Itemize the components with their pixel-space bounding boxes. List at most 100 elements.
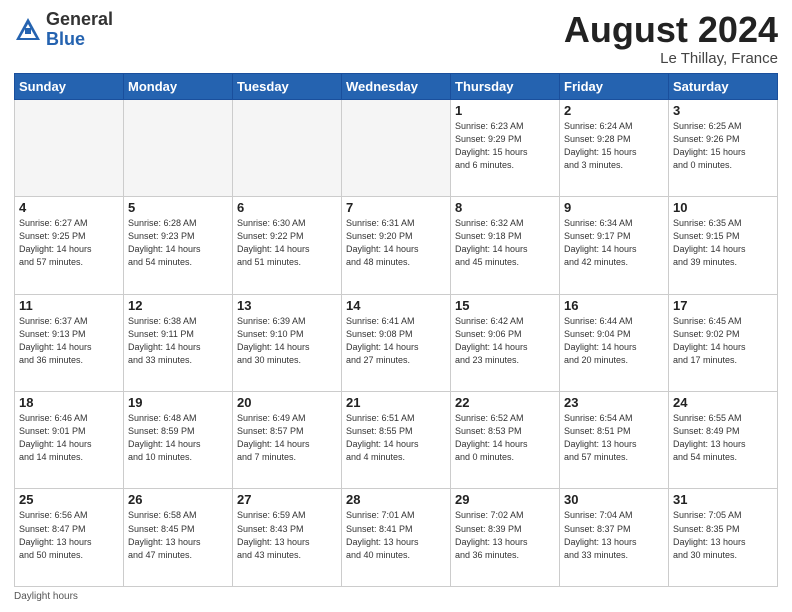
day-info: Sunrise: 6:55 AM Sunset: 8:49 PM Dayligh… <box>673 412 773 464</box>
day-number: 28 <box>346 492 446 507</box>
day-info: Sunrise: 6:42 AM Sunset: 9:06 PM Dayligh… <box>455 315 555 367</box>
calendar-table: Sunday Monday Tuesday Wednesday Thursday… <box>14 73 778 587</box>
day-info: Sunrise: 6:39 AM Sunset: 9:10 PM Dayligh… <box>237 315 337 367</box>
day-number: 1 <box>455 103 555 118</box>
calendar-cell <box>124 99 233 196</box>
day-info: Sunrise: 6:44 AM Sunset: 9:04 PM Dayligh… <box>564 315 664 367</box>
calendar-cell: 5 Sunrise: 6:28 AM Sunset: 9:23 PM Daylig… <box>124 197 233 294</box>
col-thursday: Thursday <box>451 73 560 99</box>
day-info: Sunrise: 6:58 AM Sunset: 8:45 PM Dayligh… <box>128 509 228 561</box>
day-number: 3 <box>673 103 773 118</box>
calendar-cell <box>233 99 342 196</box>
calendar-cell: 13 Sunrise: 6:39 AM Sunset: 9:10 PM Dayli… <box>233 294 342 391</box>
header: General Blue August 2024 Le Thillay, Fra… <box>14 10 778 67</box>
day-info: Sunrise: 6:27 AM Sunset: 9:25 PM Dayligh… <box>19 217 119 269</box>
col-wednesday: Wednesday <box>342 73 451 99</box>
calendar-cell: 3 Sunrise: 6:25 AM Sunset: 9:26 PM Daylig… <box>669 99 778 196</box>
day-number: 15 <box>455 298 555 313</box>
calendar-cell: 31Sunrise: 7:05 AM Sunset: 8:35 PM Dayli… <box>669 489 778 587</box>
day-number: 6 <box>237 200 337 215</box>
calendar-cell: 6 Sunrise: 6:30 AM Sunset: 9:22 PM Daylig… <box>233 197 342 294</box>
day-number: 22 <box>455 395 555 410</box>
day-info: Sunrise: 6:59 AM Sunset: 8:43 PM Dayligh… <box>237 509 337 561</box>
day-number: 13 <box>237 298 337 313</box>
day-info: Sunrise: 7:01 AM Sunset: 8:41 PM Dayligh… <box>346 509 446 561</box>
day-info: Sunrise: 6:24 AM Sunset: 9:28 PM Dayligh… <box>564 120 664 172</box>
calendar-cell: 1 Sunrise: 6:23 AM Sunset: 9:29 PM Daylig… <box>451 99 560 196</box>
day-info: Sunrise: 6:28 AM Sunset: 9:23 PM Dayligh… <box>128 217 228 269</box>
calendar-cell: 24 Sunrise: 6:55 AM Sunset: 8:49 PM Dayli… <box>669 392 778 489</box>
day-info: Sunrise: 6:45 AM Sunset: 9:02 PM Dayligh… <box>673 315 773 367</box>
calendar-cell: 29 Sunrise: 7:02 AM Sunset: 8:39 PM Dayli… <box>451 489 560 587</box>
calendar-cell: 8 Sunrise: 6:32 AM Sunset: 9:18 PM Daylig… <box>451 197 560 294</box>
calendar-header-row: Sunday Monday Tuesday Wednesday Thursday… <box>15 73 778 99</box>
calendar-cell: 14 Sunrise: 6:41 AM Sunset: 9:08 PM Dayli… <box>342 294 451 391</box>
calendar-cell: 25 Sunrise: 6:56 AM Sunset: 8:47 PM Dayli… <box>15 489 124 587</box>
logo-text: General Blue <box>46 10 113 50</box>
calendar-week-5: 25 Sunrise: 6:56 AM Sunset: 8:47 PM Dayli… <box>15 489 778 587</box>
calendar-cell: 22 Sunrise: 6:52 AM Sunset: 8:53 PM Dayli… <box>451 392 560 489</box>
day-info: Sunrise: 6:41 AM Sunset: 9:08 PM Dayligh… <box>346 315 446 367</box>
calendar-week-2: 4Sunrise: 6:27 AM Sunset: 9:25 PM Daylig… <box>15 197 778 294</box>
calendar-cell <box>342 99 451 196</box>
day-info: Sunrise: 6:25 AM Sunset: 9:26 PM Dayligh… <box>673 120 773 172</box>
calendar-cell: 11 Sunrise: 6:37 AM Sunset: 9:13 PM Dayli… <box>15 294 124 391</box>
day-number: 14 <box>346 298 446 313</box>
day-info: Sunrise: 6:52 AM Sunset: 8:53 PM Dayligh… <box>455 412 555 464</box>
day-info: Sunrise: 6:38 AM Sunset: 9:11 PM Dayligh… <box>128 315 228 367</box>
day-number: 24 <box>673 395 773 410</box>
calendar-cell: 23 Sunrise: 6:54 AM Sunset: 8:51 PM Dayli… <box>560 392 669 489</box>
day-number: 23 <box>564 395 664 410</box>
calendar-week-4: 18 Sunrise: 6:46 AM Sunset: 9:01 PM Dayli… <box>15 392 778 489</box>
day-info: Sunrise: 6:56 AM Sunset: 8:47 PM Dayligh… <box>19 509 119 561</box>
col-monday: Monday <box>124 73 233 99</box>
calendar-cell: 16Sunrise: 6:44 AM Sunset: 9:04 PM Dayli… <box>560 294 669 391</box>
day-number: 11 <box>19 298 119 313</box>
day-number: 7 <box>346 200 446 215</box>
logo: General Blue <box>14 10 113 50</box>
day-number: 21 <box>346 395 446 410</box>
day-number: 9 <box>564 200 664 215</box>
day-number: 5 <box>128 200 228 215</box>
day-number: 25 <box>19 492 119 507</box>
day-info: Sunrise: 6:32 AM Sunset: 9:18 PM Dayligh… <box>455 217 555 269</box>
calendar-cell: 26 Sunrise: 6:58 AM Sunset: 8:45 PM Dayli… <box>124 489 233 587</box>
calendar-week-1: 1 Sunrise: 6:23 AM Sunset: 9:29 PM Daylig… <box>15 99 778 196</box>
day-number: 8 <box>455 200 555 215</box>
title-block: August 2024 Le Thillay, France <box>564 10 778 67</box>
footer: Daylight hours <box>14 591 778 602</box>
day-info: Sunrise: 6:30 AM Sunset: 9:22 PM Dayligh… <box>237 217 337 269</box>
calendar-cell: 19Sunrise: 6:48 AM Sunset: 8:59 PM Dayli… <box>124 392 233 489</box>
calendar-cell: 9 Sunrise: 6:34 AM Sunset: 9:17 PM Daylig… <box>560 197 669 294</box>
day-info: Sunrise: 6:23 AM Sunset: 9:29 PM Dayligh… <box>455 120 555 172</box>
day-info: Sunrise: 6:49 AM Sunset: 8:57 PM Dayligh… <box>237 412 337 464</box>
day-number: 26 <box>128 492 228 507</box>
day-number: 29 <box>455 492 555 507</box>
calendar-cell: 2 Sunrise: 6:24 AM Sunset: 9:28 PM Daylig… <box>560 99 669 196</box>
month-title: August 2024 <box>564 10 778 50</box>
col-saturday: Saturday <box>669 73 778 99</box>
day-number: 30 <box>564 492 664 507</box>
day-info: Sunrise: 6:46 AM Sunset: 9:01 PM Dayligh… <box>19 412 119 464</box>
day-number: 19 <box>128 395 228 410</box>
day-number: 2 <box>564 103 664 118</box>
day-info: Sunrise: 6:37 AM Sunset: 9:13 PM Dayligh… <box>19 315 119 367</box>
calendar-cell: 30 Sunrise: 7:04 AM Sunset: 8:37 PM Dayli… <box>560 489 669 587</box>
col-sunday: Sunday <box>15 73 124 99</box>
logo-general: General <box>46 9 113 29</box>
col-friday: Friday <box>560 73 669 99</box>
col-tuesday: Tuesday <box>233 73 342 99</box>
calendar-cell: 27Sunrise: 6:59 AM Sunset: 8:43 PM Dayli… <box>233 489 342 587</box>
day-info: Sunrise: 6:54 AM Sunset: 8:51 PM Dayligh… <box>564 412 664 464</box>
footer-label: Daylight hours <box>14 591 78 602</box>
day-number: 18 <box>19 395 119 410</box>
day-number: 31 <box>673 492 773 507</box>
day-info: Sunrise: 7:04 AM Sunset: 8:37 PM Dayligh… <box>564 509 664 561</box>
logo-icon <box>14 16 42 44</box>
day-number: 12 <box>128 298 228 313</box>
day-number: 17 <box>673 298 773 313</box>
day-info: Sunrise: 6:34 AM Sunset: 9:17 PM Dayligh… <box>564 217 664 269</box>
day-info: Sunrise: 7:02 AM Sunset: 8:39 PM Dayligh… <box>455 509 555 561</box>
location: Le Thillay, France <box>564 50 778 67</box>
day-info: Sunrise: 6:35 AM Sunset: 9:15 PM Dayligh… <box>673 217 773 269</box>
